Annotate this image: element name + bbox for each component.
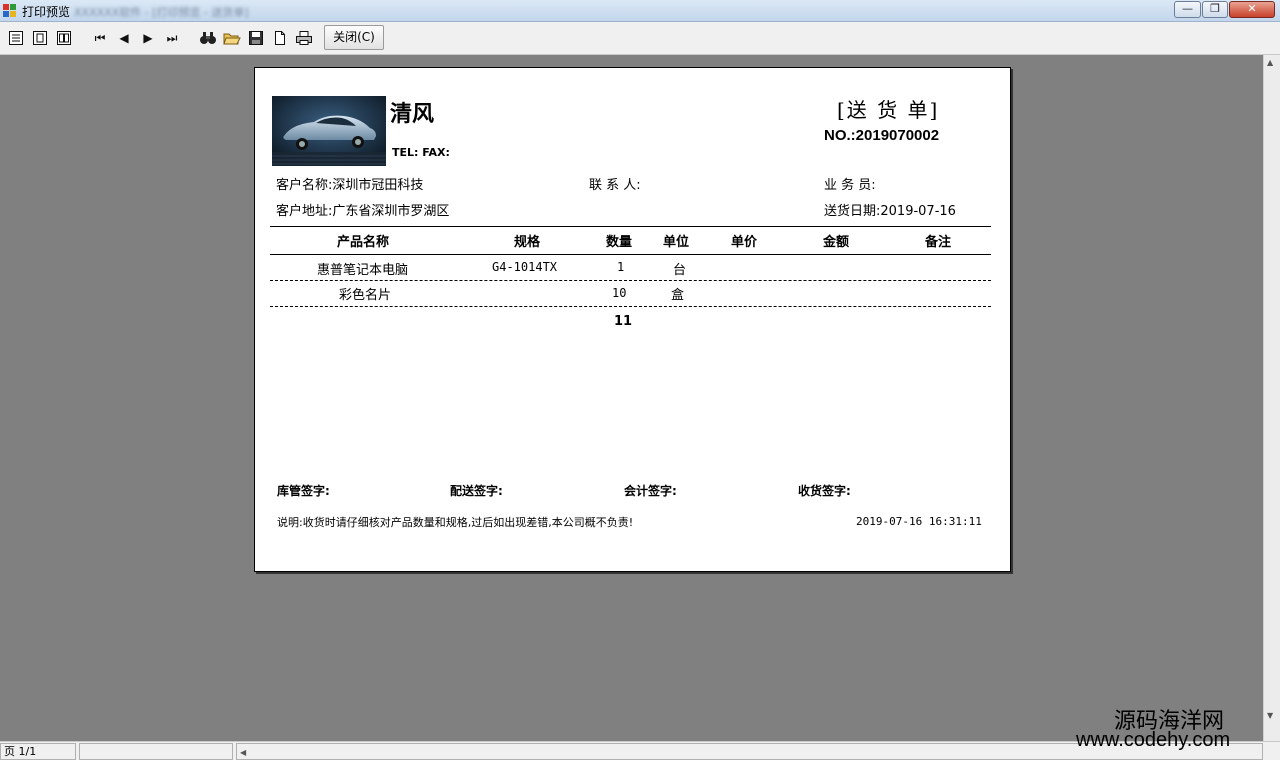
row2-unit: 盒 [671,288,685,303]
close-window-button[interactable]: ✕ [1229,1,1275,18]
scroll-down-icon[interactable]: ▼ [1267,711,1273,720]
row1-spec: G4-1014TX [492,260,558,274]
document-number: NO.:2019070002 [824,127,940,144]
sig-warehouse: 库管签字: [277,484,330,498]
tel-fax: TEL: FAX: [392,146,450,159]
delivery-date: 送货日期:2019-07-16 [824,204,956,219]
row2-product: 彩色名片 [339,288,392,303]
window-title-blurred: XXXXXX软件 - [打印预览 - 送货单] [74,6,249,19]
page-width-icon[interactable] [6,28,26,48]
company-name: 清风 [390,101,435,127]
window-title: 打印预览 [22,5,71,19]
document-title: [送 货 单] [837,98,940,122]
watermark-line2: www.codehy.com [1076,729,1231,751]
status-cell-empty [79,743,233,760]
sig-delivery: 配送签字: [450,484,503,498]
row1-product: 惠普笔记本电脑 [317,263,409,278]
one-page-icon[interactable] [30,28,50,48]
open-icon[interactable] [222,28,242,48]
col-header-amount: 金额 [823,235,850,250]
toolbar: ⏮ ◀ ▶ ⏭ 关闭(C) [0,22,1280,55]
delivery-note-page: 清风 TEL: FAX: [送 货 单] NO.:2019070002 客户名称… [254,67,1011,572]
row1-qty: 1 [617,260,625,274]
col-header-unit: 单位 [663,235,690,250]
sig-accounting: 会计签字: [624,484,677,498]
car-logo-image [272,96,386,166]
row1-divider [270,280,991,281]
vertical-scrollbar[interactable]: ▲ ▼ [1263,55,1280,741]
first-page-icon[interactable]: ⏮ [90,28,110,48]
close-preview-button[interactable]: 关闭(C) [324,25,384,50]
table-top-rule [270,226,991,227]
scroll-left-icon[interactable]: ◀ [240,748,246,757]
next-page-icon[interactable]: ▶ [138,28,158,48]
app-icon [3,4,17,18]
scroll-up-icon[interactable]: ▲ [1267,58,1273,67]
row2-divider [270,306,991,307]
salesman: 业 务 员: [824,178,876,193]
page-indicator: 页 1/1 [0,743,76,760]
last-page-icon[interactable]: ⏭ [162,28,182,48]
customer-name: 客户名称:深圳市冠田科技 [276,178,424,193]
col-header-spec: 规格 [514,235,541,250]
print-time: 2019-07-16 16:31:11 [856,515,982,528]
print-icon[interactable] [294,28,314,48]
header-bottom-rule [270,254,991,255]
new-page-icon[interactable] [270,28,290,48]
footer-note: 说明:收货时请仔细核对产品数量和规格,过后如出现差错,本公司概不负责! [277,516,634,529]
col-header-price: 单价 [731,235,758,250]
find-icon[interactable] [198,28,218,48]
col-header-product: 产品名称 [337,235,390,250]
title-bar: 打印预览 XXXXXX软件 - [打印预览 - 送货单] — ❐ ✕ [0,0,1280,22]
sig-receiver: 收货签字: [798,484,851,498]
prev-page-icon[interactable]: ◀ [114,28,134,48]
col-header-qty: 数量 [606,235,633,250]
customer-address: 客户地址:广东省深圳市罗湖区 [276,204,450,219]
total-quantity: 11 [614,314,633,329]
row2-qty: 10 [612,286,627,300]
save-icon[interactable] [246,28,266,48]
two-page-icon[interactable] [54,28,74,48]
restore-button[interactable]: ❐ [1202,1,1228,18]
minimize-button[interactable]: — [1174,1,1201,18]
contact-person: 联 系 人: [589,178,641,193]
row1-unit: 台 [673,263,687,278]
col-header-remark: 备注 [925,235,952,250]
